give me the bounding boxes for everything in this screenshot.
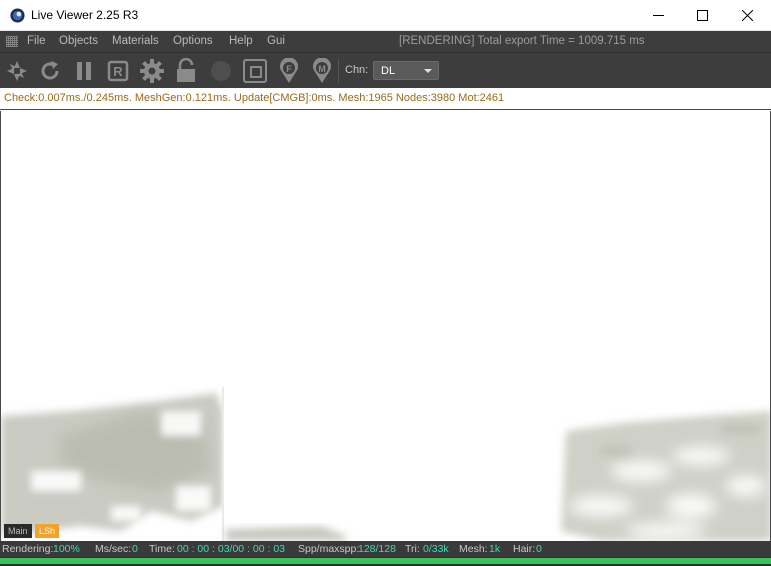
region-crop-icon: [243, 59, 267, 83]
tri-label: Tri:: [405, 543, 420, 555]
aperture-icon: [7, 61, 27, 81]
app-logo-icon: [10, 8, 25, 23]
grip-icon: [6, 36, 18, 47]
close-icon: [741, 10, 753, 21]
region-render-button[interactable]: R: [105, 58, 131, 84]
render-viewport[interactable]: [0, 111, 771, 541]
stats-bar: Check:0.007ms./0.245ms. MeshGen:0.121ms.…: [0, 88, 771, 110]
settings-gear-icon: [140, 59, 164, 83]
focus-pin-icon: F: [280, 58, 298, 83]
menu-gui[interactable]: Gui: [267, 35, 285, 47]
tri-value: 0/33k: [423, 543, 449, 555]
aperture-button[interactable]: [4, 58, 30, 84]
spp-label: Spp/maxspp:: [298, 543, 360, 555]
settings-button[interactable]: [139, 58, 165, 84]
mesh-label: Mesh:: [459, 543, 488, 555]
title-bar: Live Viewer 2.25 R3: [0, 0, 771, 31]
maximize-icon: [696, 10, 708, 21]
minimize-button[interactable]: [635, 0, 681, 31]
stats-text: Check:0.007ms./0.245ms. MeshGen:0.121ms.…: [4, 92, 505, 104]
menu-file[interactable]: File: [27, 35, 46, 47]
record-dot-icon: [211, 61, 231, 81]
hair-value: 0: [536, 543, 542, 555]
tab-lsh[interactable]: LSh: [35, 524, 60, 538]
menu-materials[interactable]: Materials: [112, 35, 159, 47]
lock-button[interactable]: [173, 58, 199, 84]
refresh-button[interactable]: [37, 58, 63, 84]
window-title: Live Viewer 2.25 R3: [31, 8, 139, 22]
hair-label: Hair:: [513, 543, 536, 555]
channel-value: DL: [381, 65, 396, 77]
render-progress-bar: [0, 557, 771, 566]
maximize-button[interactable]: [679, 0, 725, 31]
ms-value: 0: [132, 543, 138, 555]
rendering-value: 100%: [53, 543, 80, 555]
spp-value: 128/128: [358, 543, 396, 555]
render-scene: [1, 111, 770, 541]
close-button[interactable]: [724, 0, 770, 31]
material-pin-icon: M: [313, 58, 331, 83]
menu-objects[interactable]: Objects: [59, 35, 98, 47]
render-progress-fill: [0, 558, 771, 564]
region-crop-button[interactable]: [242, 58, 268, 84]
tab-main[interactable]: Main: [4, 524, 32, 538]
channel-select[interactable]: DL: [373, 61, 439, 80]
menu-help[interactable]: Help: [229, 35, 253, 47]
mesh-value: 1k: [489, 543, 501, 555]
time-value: 00 : 00 : 03/00 : 00 : 03: [177, 543, 285, 555]
toolbar: R F M Chn: DL: [0, 52, 771, 88]
ms-label: Ms/sec:: [95, 543, 132, 555]
pause-icon: [77, 62, 91, 80]
channel-label: Chn:: [345, 64, 369, 76]
toolbar-separator: [338, 59, 339, 83]
menu-bar: File Objects Materials Options Help Gui …: [0, 31, 771, 52]
status-bar: Rendering: 100% Ms/sec: 0 Time: 00 : 00 …: [0, 541, 771, 557]
menu-options[interactable]: Options: [173, 35, 213, 47]
region-render-icon: R: [107, 60, 129, 82]
time-label: Time:: [149, 543, 175, 555]
render-status-text: [RENDERING] Total export Time = 1009.715…: [399, 35, 645, 47]
material-pin-button[interactable]: M: [309, 58, 335, 84]
minimize-icon: [652, 15, 664, 16]
pause-button[interactable]: [71, 58, 97, 84]
rendering-label: Rendering:: [2, 543, 54, 555]
svg-text:R: R: [113, 64, 123, 79]
chevron-down-icon: [424, 69, 432, 73]
record-button[interactable]: [208, 58, 234, 84]
svg-text:M: M: [318, 64, 326, 74]
svg-text:F: F: [286, 64, 292, 74]
refresh-icon: [41, 61, 59, 80]
lock-open-icon: [177, 58, 195, 82]
focus-pin-button[interactable]: F: [276, 58, 302, 84]
